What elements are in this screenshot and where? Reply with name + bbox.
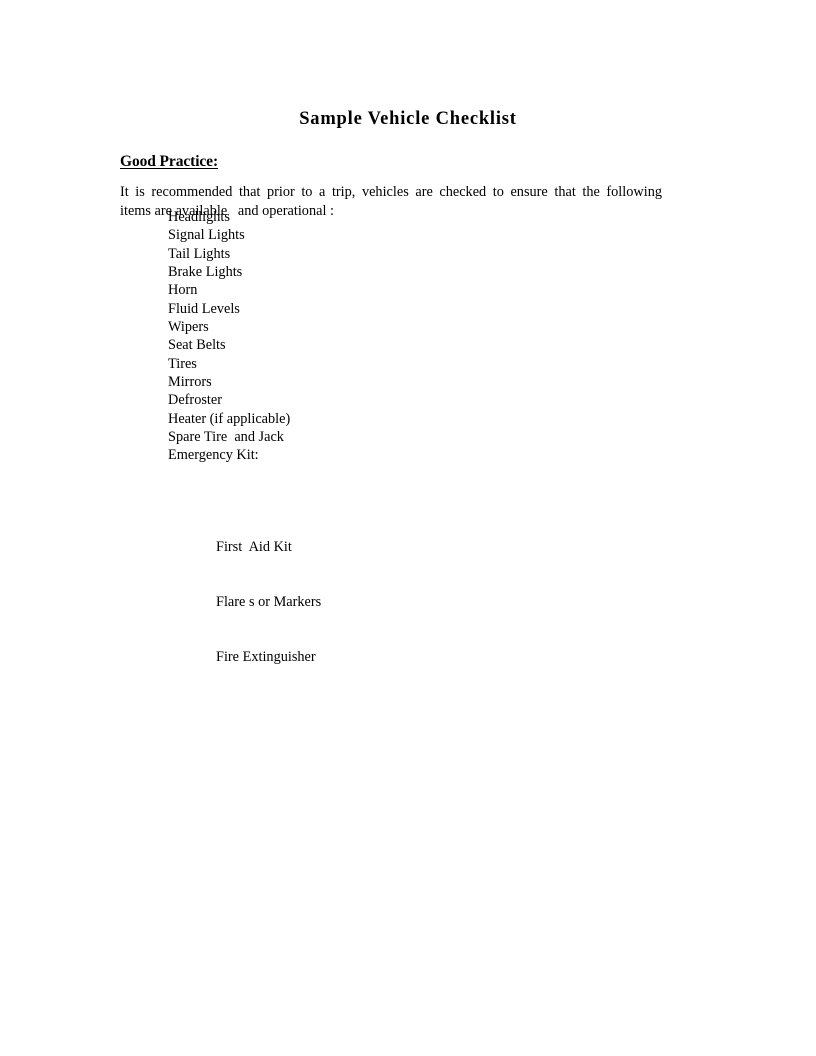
list-item: Heater (if applicable) (168, 410, 291, 427)
list-item: Tail Lights (168, 245, 231, 262)
page-title: Sample Vehicle Checklist (299, 109, 517, 130)
list-item: Fluid Levels (168, 300, 240, 317)
list-item: Brake Lights (168, 264, 243, 281)
list-item: Wipers (168, 319, 209, 336)
sublist-item: Fire Extinguisher (216, 649, 316, 666)
section-heading-good-practice: Good Practice: (120, 152, 219, 170)
emergency-kit-sublist: First Aid Kit Flare s or Markers Fire Ex… (168, 502, 321, 704)
list-item: Mirrors (168, 374, 212, 391)
sublist-item: First Aid Kit (216, 539, 292, 556)
sublist-item: Flare s or Markers (216, 594, 322, 611)
emergency-kit-sublist-container: First Aid Kit Flare s or Markers Fire Ex… (168, 465, 321, 740)
intro-paragraph-line-1: It is recommended that prior to a trip, … (120, 184, 662, 201)
list-item: Spare Tire and Jack (168, 429, 284, 446)
list-item: Defroster (168, 392, 222, 409)
list-item: Seat Belts (168, 337, 226, 354)
list-item: Tires (168, 355, 197, 372)
document-page: Sample Vehicle Checklist Good Practice: … (0, 0, 816, 1056)
list-item: Emergency Kit: (168, 447, 259, 464)
list-item: Signal Lights (168, 227, 245, 244)
vehicle-checklist: Headlights Signal Lights Tail Lights Bra… (168, 208, 321, 740)
list-item: Headlights (168, 209, 230, 225)
list-item: Horn (168, 282, 198, 299)
